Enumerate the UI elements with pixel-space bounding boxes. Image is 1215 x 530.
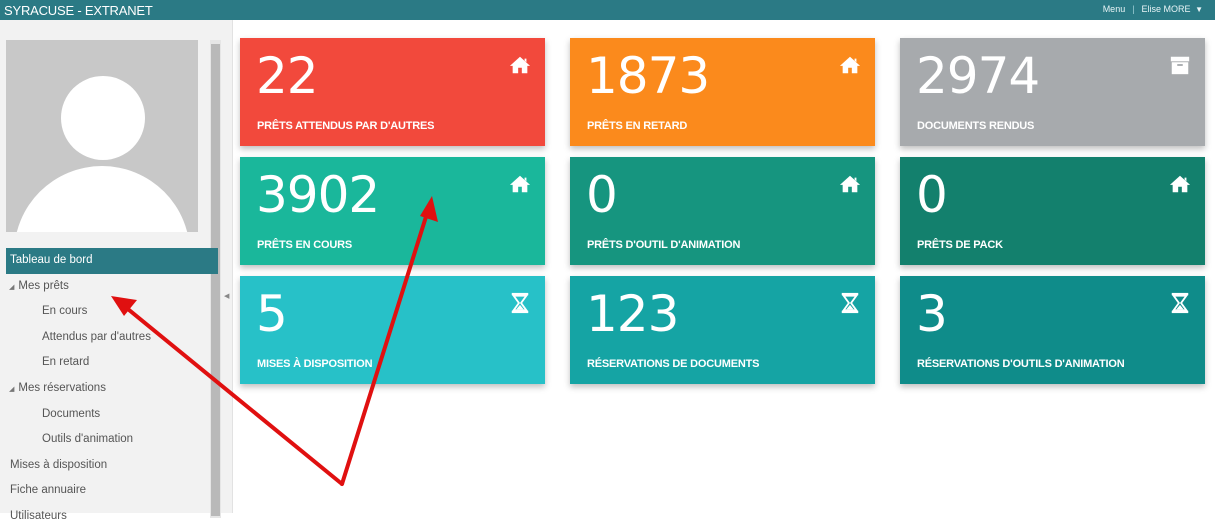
sidebar-item-animation-tools[interactable]: Outils d'animation <box>6 427 218 453</box>
avatar-body <box>14 166 190 232</box>
tile-pack-loans[interactable]: 0 PRÊTS DE PACK <box>900 157 1205 265</box>
hourglass-icon <box>1171 292 1189 314</box>
sidebar-item-label: Outils d'animation <box>42 433 134 446</box>
home-icon <box>509 175 531 193</box>
tile-returned-documents[interactable]: 2974 DOCUMENTS RENDUS <box>900 38 1205 146</box>
caret-down-icon: ▼ <box>1195 5 1203 14</box>
sidebar-item-label: En cours <box>42 305 88 318</box>
top-bar-right: Menu | Elise MORE ▼ <box>1103 4 1203 14</box>
sidebar-item-label: Documents <box>42 407 101 420</box>
tile-label: PRÊTS ATTENDUS PAR D'AUTRES <box>257 120 435 132</box>
sidebar-item-label: Attendus par d'autres <box>42 330 151 343</box>
tile-count: 22 <box>256 47 319 105</box>
sidebar-item-my-reservations[interactable]: ◢ Mes réservations <box>6 376 218 402</box>
archive-box-icon <box>1170 56 1190 75</box>
tile-loans-awaited-by-others[interactable]: 22 PRÊTS ATTENDUS PAR D'AUTRES <box>240 38 545 146</box>
home-icon <box>839 175 861 193</box>
sidebar-item-label: Mes prêts <box>18 279 69 292</box>
tile-overdue-loans[interactable]: 1873 PRÊTS EN RETARD <box>570 38 875 146</box>
sidebar-item-label: Fiche annuaire <box>10 484 87 497</box>
sidebar-item-label: Tableau de bord <box>10 254 93 266</box>
tile-count: 0 <box>916 166 948 224</box>
menu-link[interactable]: Menu <box>1103 4 1126 14</box>
top-bar: SYRACUSE - EXTRANET Menu | Elise MORE ▼ <box>0 0 1215 20</box>
sidebar-item-label: En retard <box>42 356 90 369</box>
sidebar-item-label: Utilisateurs <box>10 509 67 522</box>
sidebar-item-label: Mes réservations <box>18 381 106 394</box>
tile-label: PRÊTS DE PACK <box>917 239 1003 251</box>
sidebar: ◀ Tableau de bord ◢ Mes prêts En cours At… <box>0 20 233 522</box>
tile-label: DOCUMENTS RENDUS <box>917 120 1035 132</box>
tile-availability[interactable]: 5 MISES À DISPOSITION <box>240 276 545 384</box>
tile-label: PRÊTS EN COURS <box>257 239 352 251</box>
sidebar-item-dashboard[interactable]: Tableau de bord <box>6 248 218 274</box>
tile-count: 123 <box>586 285 679 343</box>
tile-count: 3 <box>916 285 948 343</box>
sidebar-item-my-loans[interactable]: ◢ Mes prêts <box>6 274 218 300</box>
tile-document-reservations[interactable]: 123 RÉSERVATIONS DE DOCUMENTS <box>570 276 875 384</box>
tile-count: 5 <box>256 285 288 343</box>
sidebar-item-current-loans[interactable]: En cours <box>6 299 218 325</box>
sidebar-item-directory-record[interactable]: Fiche annuaire <box>6 478 218 504</box>
sidebar-item-overdue[interactable]: En retard <box>6 350 218 376</box>
tile-count: 1873 <box>586 47 710 105</box>
expanded-triangle-icon: ◢ <box>9 385 15 393</box>
sidebar-item-availability[interactable]: Mises à disposition <box>6 453 218 479</box>
tile-count: 3902 <box>256 166 380 224</box>
home-icon <box>1169 175 1191 193</box>
avatar-head <box>61 76 145 160</box>
home-icon <box>509 56 531 74</box>
user-menu[interactable]: Elise MORE ▼ <box>1142 4 1203 14</box>
sidebar-item-users[interactable]: Utilisateurs <box>6 504 218 530</box>
avatar <box>6 40 198 232</box>
collapse-sidebar-icon[interactable]: ◀ <box>224 292 229 300</box>
tile-label: PRÊTS D'OUTIL D'ANIMATION <box>587 239 741 251</box>
sidebar-item-documents[interactable]: Documents <box>6 402 218 428</box>
app-title[interactable]: SYRACUSE - EXTRANET <box>4 3 153 18</box>
hourglass-icon <box>841 292 859 314</box>
tile-label: PRÊTS EN RETARD <box>587 120 688 132</box>
tile-count: 0 <box>586 166 618 224</box>
tile-animation-tool-reservations[interactable]: 3 RÉSERVATIONS D'OUTILS D'ANIMATION <box>900 276 1205 384</box>
expanded-triangle-icon: ◢ <box>9 283 15 291</box>
sidebar-item-label: Mises à disposition <box>10 458 108 471</box>
tile-label: RÉSERVATIONS DE DOCUMENTS <box>587 358 760 370</box>
tile-label: RÉSERVATIONS D'OUTILS D'ANIMATION <box>917 358 1125 370</box>
separator: | <box>1132 4 1135 14</box>
home-icon <box>839 56 861 74</box>
sidebar-menu: Tableau de bord ◢ Mes prêts En cours Atte… <box>6 248 218 530</box>
hourglass-icon <box>511 292 529 314</box>
tile-label: MISES À DISPOSITION <box>257 358 373 370</box>
tile-count: 2974 <box>916 47 1040 105</box>
user-name: Elise MORE <box>1141 4 1191 14</box>
sidebar-item-awaited-by-others[interactable]: Attendus par d'autres <box>6 325 218 351</box>
tile-animation-tool-loans[interactable]: 0 PRÊTS D'OUTIL D'ANIMATION <box>570 157 875 265</box>
tile-current-loans[interactable]: 3902 PRÊTS EN COURS <box>240 157 545 265</box>
